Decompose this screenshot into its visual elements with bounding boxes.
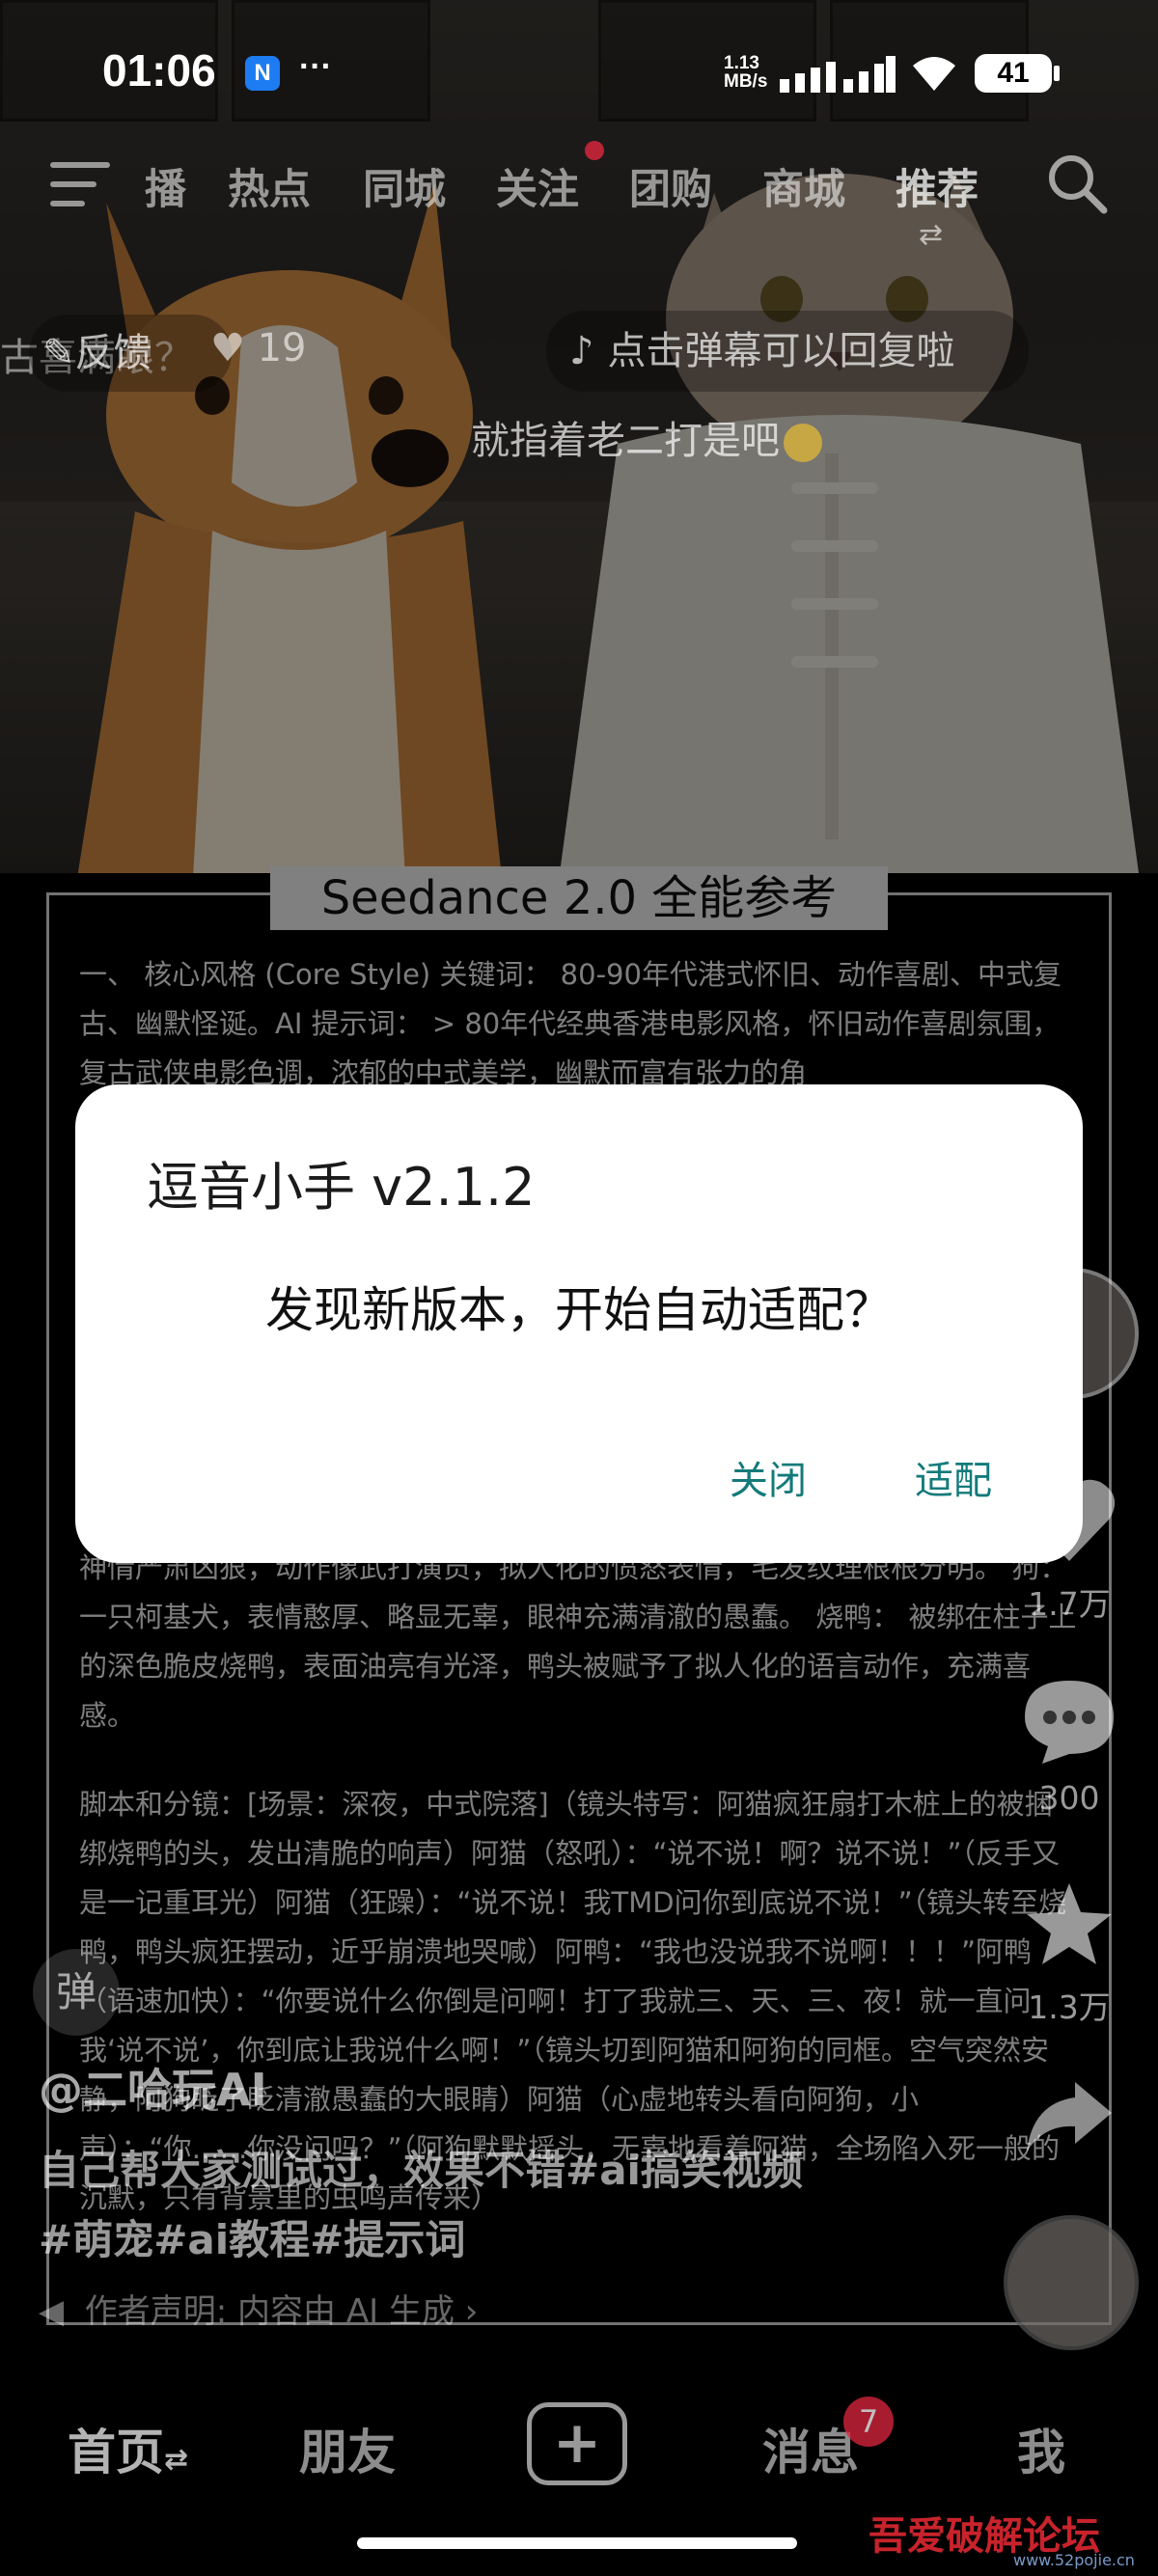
grimace-emoji-icon xyxy=(784,424,822,462)
switch-arrows-icon[interactable]: ⇄ xyxy=(919,218,943,252)
wifi-icon xyxy=(913,57,955,91)
tab-hot[interactable]: 热点 xyxy=(228,156,311,216)
status-time: 01:06 xyxy=(102,45,216,96)
edit-icon: ✎ xyxy=(42,331,75,375)
favorite-count: 1.3万 xyxy=(1028,1988,1111,2026)
messages-badge: 7 xyxy=(843,2397,894,2447)
dialog-message: 发现新版本，开始自动适配？ xyxy=(265,1282,893,1338)
heart-icon: ♥ xyxy=(210,326,245,370)
music-disc-avatar[interactable] xyxy=(1004,2215,1139,2350)
watermark-url: www.52pojie.cn xyxy=(1013,2551,1135,2569)
speaker-icon: ◀ xyxy=(39,2292,65,2331)
nav-me[interactable]: 我 xyxy=(1017,2414,1065,2483)
nav-home[interactable]: 首页⇄ xyxy=(68,2414,188,2483)
tab-mall[interactable]: 商城 xyxy=(762,156,845,216)
tab-recommend[interactable]: 推荐 xyxy=(896,156,979,216)
status-more-dots: ··· xyxy=(299,48,332,85)
feedback-label: 反馈 xyxy=(74,331,152,375)
danmu-comment[interactable]: 就指着老二打是吧 xyxy=(471,409,822,465)
home-indicator-bar[interactable] xyxy=(357,2537,797,2549)
dialog-title: 逗音小手 v2.1.2 xyxy=(147,1157,536,1218)
signal-icon xyxy=(780,56,896,93)
battery-icon: 41 xyxy=(975,54,1052,93)
danmu-hint-pill[interactable]: ♪ 点击弹幕可以回复啦 xyxy=(546,311,1029,392)
tab-local[interactable]: 同城 xyxy=(363,156,446,216)
menu-icon[interactable] xyxy=(50,160,110,208)
danmu-like[interactable]: ♥ 19 xyxy=(210,326,306,370)
tab-live[interactable]: 播 xyxy=(145,156,186,216)
following-red-dot xyxy=(585,141,604,160)
tab-following[interactable]: 关注 xyxy=(496,156,579,216)
favorite-star-icon[interactable] xyxy=(1025,1881,1114,1966)
ai-disclaimer[interactable]: ◀ 作者声明: 内容由 AI 生成 › xyxy=(39,2285,478,2332)
network-speed-value: 1.13 xyxy=(724,53,759,73)
refresh-swap-icon: ⇄ xyxy=(164,2443,189,2477)
comment-icon[interactable] xyxy=(1023,1679,1116,1766)
danmu-like-count: 19 xyxy=(257,326,307,370)
search-icon[interactable] xyxy=(1046,152,1108,214)
danmu-toggle-button[interactable]: 弹 xyxy=(33,1949,120,2036)
author-name[interactable]: @二哈玩AI xyxy=(39,2055,267,2119)
danmu-comment-text: 就指着老二打是吧 xyxy=(471,419,780,463)
tab-groupbuy[interactable]: 团购 xyxy=(629,156,712,216)
battery-tip xyxy=(1054,66,1060,81)
ai-disclaimer-text: 作者声明: 内容由 AI 生成 xyxy=(84,2292,455,2331)
danmu-hint-text: 点击弹幕可以回复啦 xyxy=(607,329,955,373)
notification-app-icon: N xyxy=(245,56,280,91)
network-speed-unit: MB/s xyxy=(724,71,768,92)
share-arrow-icon[interactable] xyxy=(1025,2080,1114,2153)
nav-friends[interactable]: 朋友 xyxy=(299,2414,396,2483)
douyin-logo-icon: ♪ xyxy=(569,329,594,373)
close-button[interactable]: 关闭 xyxy=(730,1449,807,1505)
video-tags[interactable]: #萌宠#ai教程#提示词 xyxy=(39,2207,465,2266)
network-speed: 1.13 MB/s xyxy=(724,54,767,91)
chevron-right-icon: › xyxy=(464,2292,479,2331)
adapt-button[interactable]: 适配 xyxy=(915,1449,992,1505)
danmu-feedback-pill[interactable]: ✎反馈 xyxy=(29,315,232,392)
like-count: 1.7万 xyxy=(1028,1585,1111,1623)
comment-count: 300 xyxy=(1038,1779,1100,1817)
create-plus-button[interactable]: + xyxy=(527,2402,627,2485)
video-caption[interactable]: 自己帮大家测试过，效果不错#ai搞笑视频 xyxy=(39,2138,803,2197)
nav-home-label: 首页 xyxy=(68,2425,164,2480)
